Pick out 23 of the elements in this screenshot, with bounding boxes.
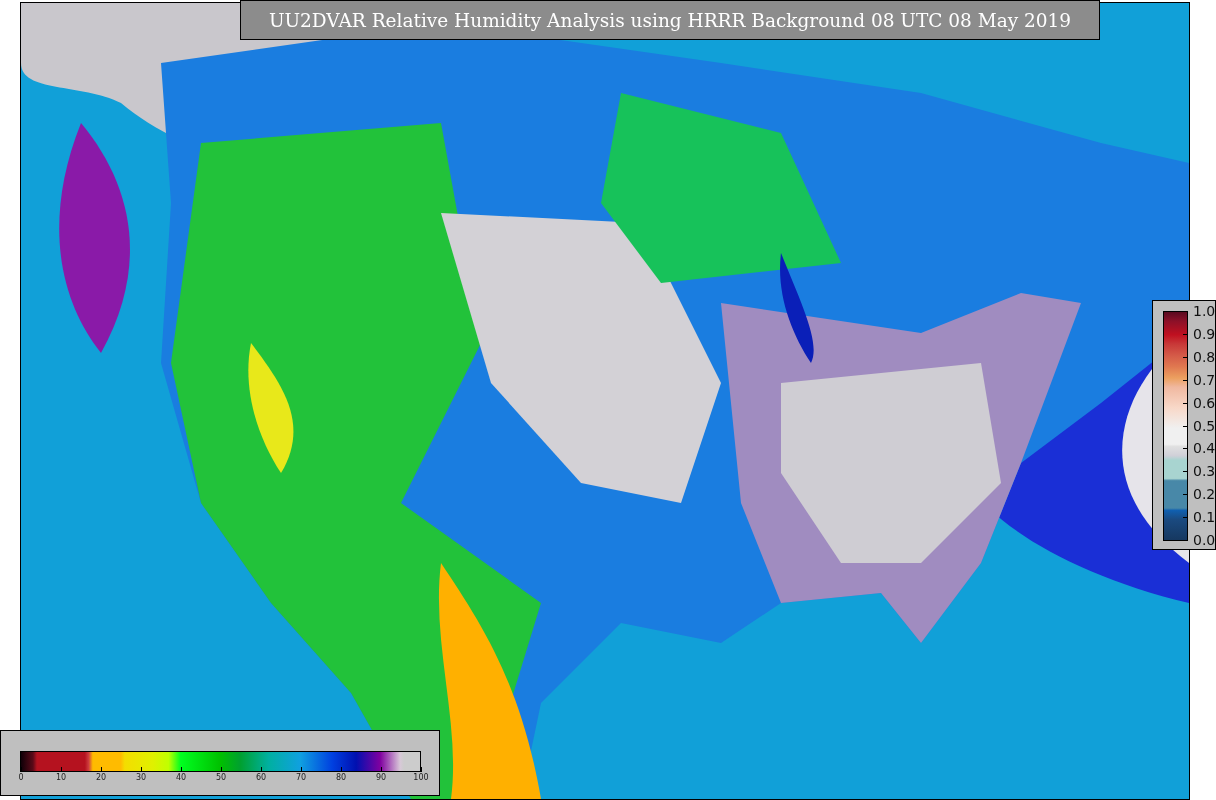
tick-label: 0 (18, 773, 24, 782)
tick-label: 20 (95, 773, 107, 782)
tick-label: 30 (135, 773, 147, 782)
tick-label: 100 (413, 773, 429, 782)
tick-label: 80 (335, 773, 347, 782)
tick-label: 0.8 (1193, 348, 1216, 365)
tick-label: 0.6 (1193, 394, 1216, 411)
tick-label: 50 (215, 773, 227, 782)
tick-label: 1.0 (1193, 303, 1216, 319)
tick-label: 60 (255, 773, 267, 782)
tick-label: 0.4 (1193, 440, 1216, 457)
tick-label: 40 (175, 773, 187, 782)
tick-label: 0.7 (1193, 371, 1216, 388)
tick-label: 0.0 (1193, 532, 1216, 548)
tick-label: 0.2 (1193, 486, 1216, 503)
tick-label: 0.1 (1193, 509, 1216, 526)
tick-label: 0.5 (1193, 417, 1216, 434)
tick-label: 0.9 (1193, 325, 1216, 342)
tick-label: 90 (375, 773, 387, 782)
tick-label: 70 (295, 773, 307, 782)
chart-title: UU2DVAR Relative Humidity Analysis using HRRR Background 08 UTC 08 May 2019 (240, 0, 1100, 40)
tick-label: 0.3 (1193, 463, 1216, 480)
tick-label: 10 (55, 773, 67, 782)
